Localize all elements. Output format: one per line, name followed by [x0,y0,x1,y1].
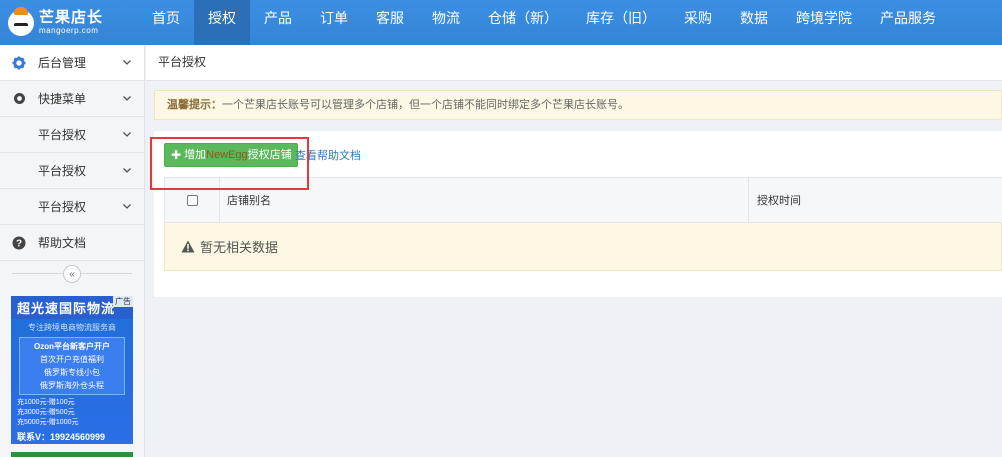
nav-logistics[interactable]: 物流 [418,0,474,45]
tip-text: 一个芒果店长账号可以管理多个店铺，但一个店铺不能同时绑定多个芒果店长账号。 [222,99,629,111]
nav-warehouse-new[interactable]: 仓储（新） [474,0,572,45]
nav-data[interactable]: 数据 [726,0,782,45]
sidebar-item-platform-auth-3[interactable]: 平台授权 [0,189,144,225]
sidebar-item-platform-auth-2[interactable]: 平台授权 [0,153,144,189]
nav-authorization[interactable]: 授权 [194,0,250,45]
add-store-brand: NewEgg [206,149,248,161]
ad-line: Ozon平台新客户开户 [34,342,110,351]
sidebar-item-admin[interactable]: 后台管理 [0,45,144,81]
main-content: 平台授权 温馨提示：一个芒果店长账号可以管理多个店铺，但一个店铺不能同时绑定多个… [146,45,1002,457]
ad-label[interactable]: 广告 [113,296,133,307]
nav-product-services[interactable]: 产品服务 [866,0,950,45]
empty-state-row: 暂无相关数据 [164,223,1002,271]
chevron-down-icon [123,204,131,209]
nav-orders[interactable]: 订单 [306,0,362,45]
sidebar-item-label: 后台管理 [38,56,87,70]
ad-prices: 充1000元-赠100元 充3000元-赠500元 充5000元-赠1000元 [17,398,127,428]
ad-subtitle: 专注跨境电商物流服务商 [28,323,116,332]
nav-academy[interactable]: 跨境学院 [782,0,866,45]
column-header-auth-time[interactable]: 授权时间 [749,178,1002,222]
ad-line: 首次开户充值福利 [40,355,104,364]
sidebar-item-label: 快捷菜单 [38,92,87,106]
column-header-store-alias[interactable]: 店铺别名 [220,178,749,222]
chevron-down-icon [123,132,131,137]
sidebar-item-label: 平台授权 [38,200,87,214]
ad-line: 俄罗斯海外仓头程 [40,381,104,390]
top-navbar: 芒果店长 mangoerp.com 首页 授权 产品 订单 客服 物流 仓储（新… [0,0,1002,45]
svg-text:?: ? [16,238,22,249]
logo[interactable]: 芒果店长 mangoerp.com [0,0,132,45]
select-all-cell [165,178,220,222]
gear-icon [12,56,26,70]
store-panel: ✚ 增加 NewEgg 授权店铺 查看帮助文档 店铺别名 授权时间 暂无相关数据 [154,131,1002,297]
ad-price: 充5000元-赠1000元 [17,419,79,426]
help-docs-link[interactable]: 查看帮助文档 [295,147,361,163]
sidebar-item-label: 平台授权 [38,164,87,178]
main-nav: 首页 授权 产品 订单 客服 物流 仓储（新） 库存（旧） 采购 数据 跨境学院… [138,0,950,45]
question-icon: ? [12,236,26,250]
sidebar-item-label: 帮助文档 [38,236,87,250]
ad-contact: 联系V：19924560999 [17,432,106,442]
sidebar-item-help-docs[interactable]: ? 帮助文档 [0,225,144,261]
add-store-prefix: 增加 [184,149,207,161]
sidebar-item-platform-auth-1[interactable]: 平台授权 [0,117,144,153]
target-icon [12,92,26,106]
tip-banner: 温馨提示：一个芒果店长账号可以管理多个店铺，但一个店铺不能同时绑定多个芒果店长账… [154,90,1002,120]
mango-logo-icon [8,6,34,36]
add-store-button[interactable]: ✚ 增加 NewEgg 授权店铺 [164,143,298,167]
nav-purchasing[interactable]: 采购 [670,0,726,45]
sidebar-item-shortcuts[interactable]: 快捷菜单 [0,81,144,117]
sidebar-item-label: 平台授权 [38,128,87,142]
table-header: 店铺别名 授权时间 [164,177,1002,223]
sidebar-collapse-row: « [0,261,144,287]
double-chevron-left-icon: « [69,268,75,280]
ad-offer-box: Ozon平台新客户开户 首次开户充值福利 俄罗斯专线小包 俄罗斯海外仓头程 [19,337,125,395]
ad-line: 俄罗斯专线小包 [44,368,100,377]
tip-label: 温馨提示： [167,99,222,111]
ad-banner-2[interactable] [11,452,133,457]
add-store-suffix: 授权店铺 [247,149,292,161]
chevron-down-icon [123,96,131,101]
plus-icon: ✚ [171,148,182,162]
ad-banner[interactable]: 超光速国际物流 广告 专注跨境电商物流服务商 Ozon平台新客户开户 首次开户充… [11,296,133,444]
collapse-sidebar-button[interactable]: « [63,265,81,283]
nav-customer-service[interactable]: 客服 [362,0,418,45]
breadcrumb: 平台授权 [146,45,1002,81]
select-all-checkbox[interactable] [186,194,198,206]
warning-icon [181,240,195,253]
ad-price: 充3000元-赠500元 [17,409,75,416]
store-table: 店铺别名 授权时间 暂无相关数据 [164,177,1002,271]
logo-name: 芒果店长 [39,9,104,26]
chevron-down-icon [123,60,131,65]
empty-state-text: 暂无相关数据 [200,240,279,255]
ad-price: 充1000元-赠100元 [17,399,75,406]
logo-domain: mangoerp.com [39,26,99,35]
nav-home[interactable]: 首页 [138,0,194,45]
nav-products[interactable]: 产品 [250,0,306,45]
chevron-down-icon [123,168,131,173]
nav-inventory-old[interactable]: 库存（旧） [572,0,670,45]
